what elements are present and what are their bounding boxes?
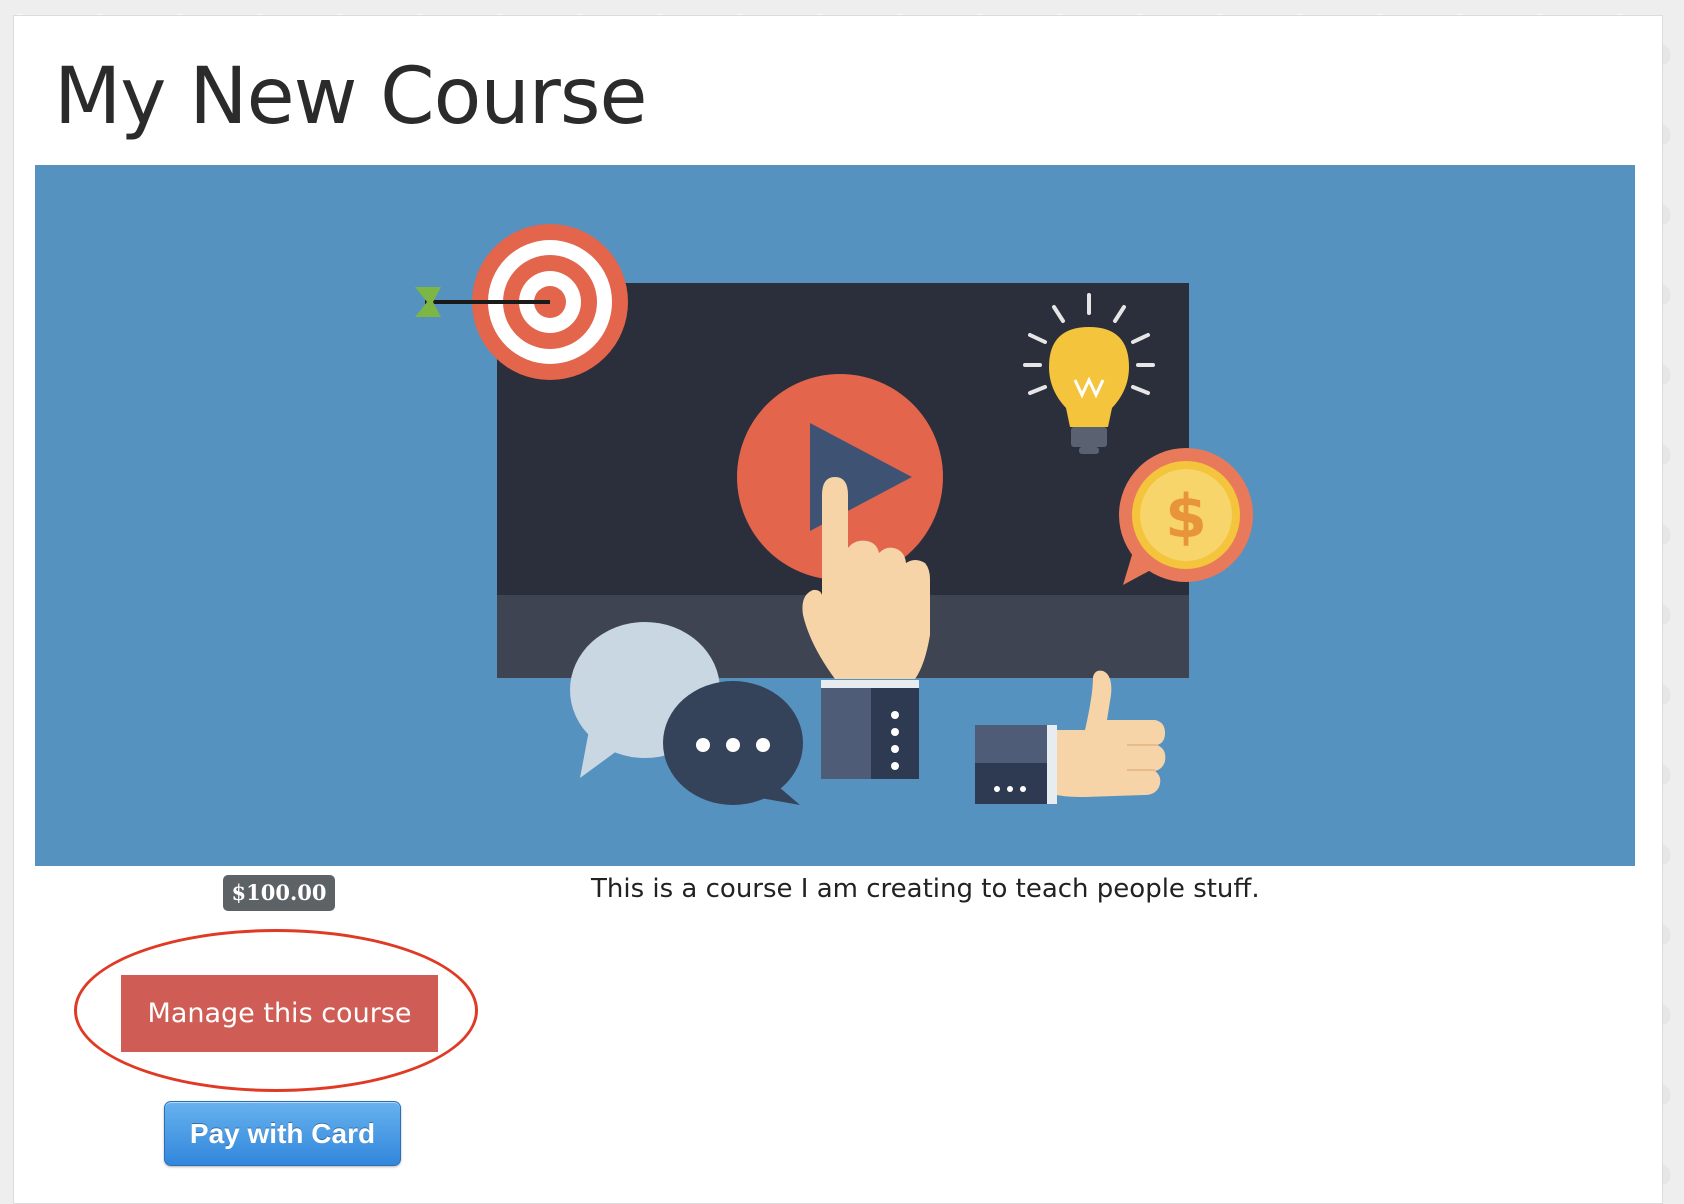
- manage-course-button[interactable]: Manage this course: [121, 975, 438, 1052]
- price-badge: $100.00: [223, 875, 335, 911]
- thumbs-up-icon: [975, 670, 1166, 804]
- course-description: This is a course I am creating to teach …: [591, 874, 1260, 904]
- course-banner-image: $: [35, 165, 1635, 866]
- pay-with-card-button[interactable]: Pay with Card: [164, 1101, 401, 1166]
- dollar-coin-bubble-icon: $: [1119, 448, 1253, 585]
- course-page-card: My New Course $ $100.00 This is a course…: [13, 15, 1663, 1204]
- page-title: My New Course: [54, 52, 647, 142]
- svg-text:$: $: [1165, 482, 1207, 552]
- target-with-arrow-icon: [415, 224, 628, 380]
